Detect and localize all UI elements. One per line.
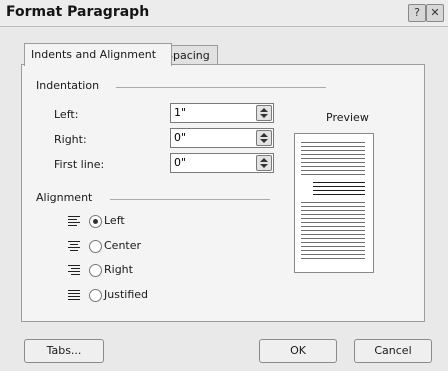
alignment-group-label: Alignment: [36, 191, 97, 204]
first-line-indent-label: First line:: [54, 158, 105, 171]
close-button[interactable]: ✕: [426, 4, 444, 22]
left-indent-spin-arrows[interactable]: [256, 105, 272, 121]
first-line-indent-spinner[interactable]: [170, 153, 274, 173]
align-center-icon: [68, 240, 80, 252]
align-right-radio[interactable]: [89, 264, 102, 277]
tab-indents-and-alignment[interactable]: Indents and Alignment: [24, 43, 172, 66]
help-button[interactable]: ?: [408, 4, 426, 22]
left-indent-input[interactable]: [172, 105, 256, 119]
align-justify-label[interactable]: Justified: [104, 288, 148, 301]
align-left-radio[interactable]: [89, 215, 102, 228]
align-right-icon: [68, 264, 80, 276]
left-indent-spinner[interactable]: [170, 103, 274, 123]
right-indent-spinner[interactable]: [170, 128, 274, 148]
align-left-label[interactable]: Left: [104, 214, 125, 227]
align-center-radio[interactable]: [89, 240, 102, 253]
first-line-indent-input[interactable]: [172, 155, 256, 169]
preview-text-lines: [301, 142, 365, 259]
window-title: Format Paragraph: [6, 4, 150, 20]
indentation-divider: [116, 87, 326, 88]
preview-label: Preview: [326, 111, 369, 124]
title-bar: Format Paragraph ? ✕: [0, 0, 448, 27]
align-justify-icon: [68, 289, 80, 301]
tabs-button[interactable]: Tabs...: [24, 339, 104, 363]
align-justify-radio[interactable]: [89, 289, 102, 302]
align-left-icon: [68, 215, 80, 227]
alignment-divider: [110, 199, 270, 200]
ok-button[interactable]: OK: [259, 339, 337, 363]
align-right-label[interactable]: Right: [104, 263, 133, 276]
right-indent-input[interactable]: [172, 130, 256, 144]
indentation-group-label: Indentation: [36, 79, 104, 92]
align-center-label[interactable]: Center: [104, 239, 141, 252]
left-indent-label: Left:: [54, 108, 79, 121]
tab-label: Spacing: [166, 49, 210, 62]
right-indent-spin-arrows[interactable]: [256, 130, 272, 146]
tab-label: Indents and Alignment: [31, 48, 157, 61]
cancel-button[interactable]: Cancel: [354, 339, 432, 363]
preview-pane: [294, 133, 374, 273]
first-line-indent-spin-arrows[interactable]: [256, 155, 272, 171]
right-indent-label: Right:: [54, 133, 87, 146]
